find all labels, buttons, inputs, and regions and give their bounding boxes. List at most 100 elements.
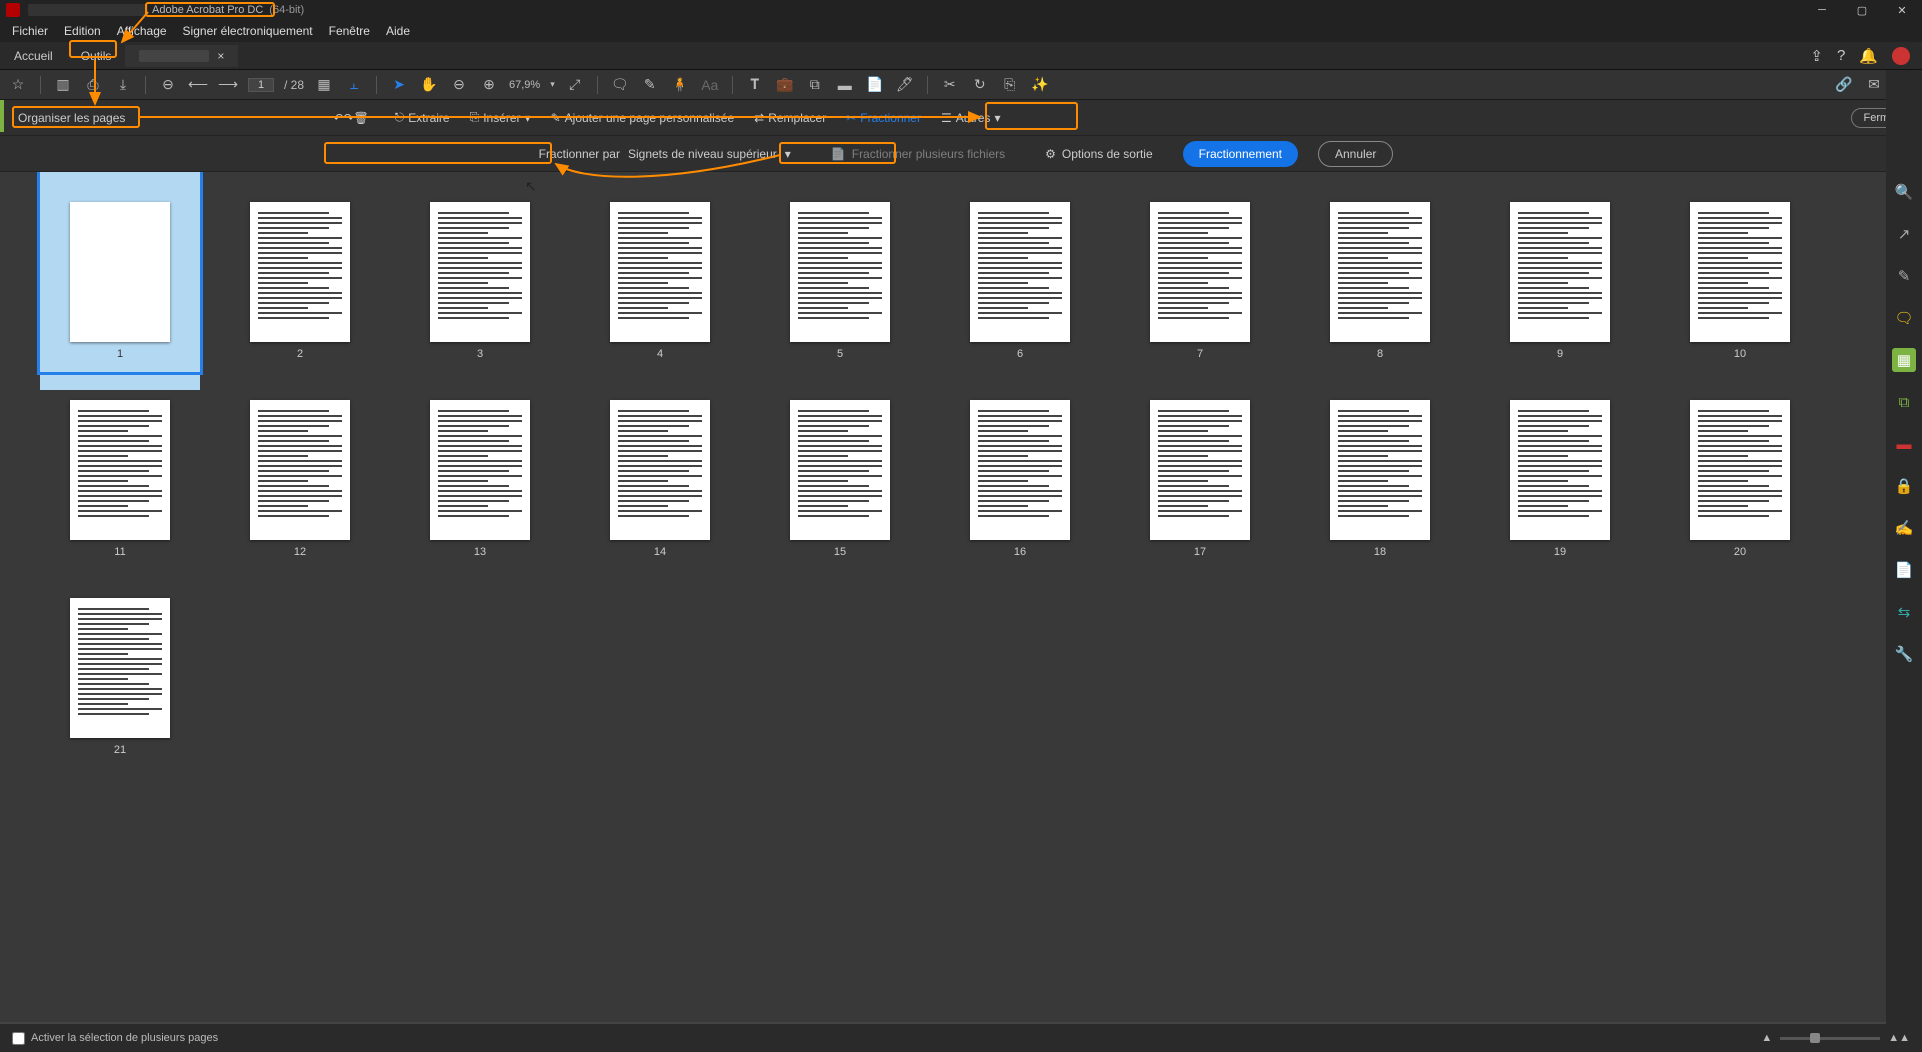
- split-by-dropdown[interactable]: Fractionner par Signets de niveau supéri…: [529, 143, 801, 165]
- star-icon[interactable]: ☆: [8, 75, 28, 95]
- rotate-icon[interactable]: ↻: [970, 75, 990, 95]
- page-thumbnail[interactable]: 4: [610, 202, 710, 360]
- replace-button[interactable]: ⇄ Remplacer: [744, 107, 836, 129]
- organize-pages-label: Organiser les pages: [10, 108, 133, 128]
- hand-tool-icon[interactable]: ✋: [419, 75, 439, 95]
- rail-redact-icon[interactable]: ▬: [1892, 432, 1916, 456]
- split-multiple-button[interactable]: 📄 Fractionner plusieurs fichiers: [821, 143, 1015, 165]
- page-icon[interactable]: 📄: [865, 75, 885, 95]
- cancel-button[interactable]: Annuler: [1318, 141, 1393, 167]
- delete-icon[interactable]: 🗑: [354, 111, 369, 125]
- page-thumbnail[interactable]: 13: [430, 400, 530, 558]
- stamp-icon[interactable]: 🧍: [670, 75, 690, 95]
- sidepanel-icon[interactable]: ▥: [53, 75, 73, 95]
- tab-tools[interactable]: Outils: [67, 45, 126, 67]
- page-thumbnail[interactable]: 6: [970, 202, 1070, 360]
- thumbnail-zoom-slider[interactable]: ▲ ▲▲: [1761, 1032, 1910, 1044]
- page-thumbnail[interactable]: 16: [970, 400, 1070, 558]
- menu-fichier[interactable]: Fichier: [4, 22, 56, 40]
- comment-icon[interactable]: 🗨: [610, 75, 630, 95]
- page-thumbnail[interactable]: 8: [1330, 202, 1430, 360]
- split-action-button[interactable]: Fractionnement: [1183, 141, 1298, 167]
- page-thumbnail[interactable]: 12: [250, 400, 350, 558]
- crop-icon[interactable]: ⧉: [805, 75, 825, 95]
- tab-close-icon[interactable]: ×: [217, 49, 224, 63]
- save-icon[interactable]: ⤓: [113, 75, 133, 95]
- page-input[interactable]: [248, 78, 274, 92]
- insert-button[interactable]: ⎘ Insérer ▾: [460, 106, 541, 129]
- menu-aide[interactable]: Aide: [378, 22, 418, 40]
- menu-edition[interactable]: Edition: [56, 22, 109, 40]
- page-thumbnail[interactable]: 17: [1150, 400, 1250, 558]
- zoom-minus-icon[interactable]: ⊖: [449, 75, 469, 95]
- tab-document[interactable]: ×: [125, 45, 238, 67]
- page-thumbnail[interactable]: 18: [1330, 400, 1430, 558]
- page-thumbnail[interactable]: 14: [610, 400, 710, 558]
- page-thumbnail[interactable]: 15: [790, 400, 890, 558]
- select-icon[interactable]: ⫠: [344, 75, 364, 95]
- multi-select-checkbox[interactable]: [12, 1032, 25, 1045]
- briefcase-icon[interactable]: 💼: [775, 75, 795, 95]
- menu-fenetre[interactable]: Fenêtre: [321, 22, 378, 40]
- highlight-icon[interactable]: ✎: [640, 75, 660, 95]
- rail-protect-icon[interactable]: 🔒: [1892, 474, 1916, 498]
- menu-affichage[interactable]: Affichage: [109, 22, 175, 40]
- window-close-button[interactable]: ✕: [1882, 0, 1922, 20]
- scissors-icon[interactable]: ✂: [940, 75, 960, 95]
- rail-sign-icon[interactable]: ✍: [1892, 516, 1916, 540]
- rail-comment-icon[interactable]: 🗨: [1892, 306, 1916, 330]
- thumbnails-icon[interactable]: ▦: [314, 75, 334, 95]
- page-thumbnail[interactable]: 5: [790, 202, 890, 360]
- add-custom-page-button[interactable]: ✎ Ajouter une page personnalisée: [541, 107, 745, 129]
- thumbnail-scroll-area[interactable]: 123456789101112131415161718192021: [0, 172, 1886, 1022]
- print-icon[interactable]: ⎙: [83, 75, 103, 95]
- account-avatar[interactable]: [1892, 47, 1910, 65]
- rail-compare-icon[interactable]: ⇆: [1892, 600, 1916, 624]
- page-thumbnail[interactable]: 20: [1690, 400, 1790, 558]
- rail-export-icon[interactable]: ↗: [1892, 222, 1916, 246]
- page-thumbnail[interactable]: 2: [250, 202, 350, 360]
- mail-icon[interactable]: ✉: [1864, 75, 1884, 95]
- clean-icon[interactable]: ✨: [1030, 75, 1050, 95]
- window-minimize-button[interactable]: ─: [1802, 0, 1842, 20]
- link-icon[interactable]: 🔗: [1834, 75, 1854, 95]
- page-thumbnail[interactable]: 9: [1510, 202, 1610, 360]
- output-options-button[interactable]: ⚙ Options de sortie: [1035, 143, 1162, 165]
- text-icon[interactable]: Aa: [700, 75, 720, 95]
- next-page-icon[interactable]: ⟶: [218, 75, 238, 95]
- rail-combine-icon[interactable]: ⧉: [1892, 390, 1916, 414]
- zoom-plus-icon[interactable]: ⊕: [479, 75, 499, 95]
- rail-more-icon[interactable]: 🔧: [1892, 642, 1916, 666]
- more-button[interactable]: ☰ Autres ▾: [931, 107, 1010, 129]
- rail-optimize-icon[interactable]: 📄: [1892, 558, 1916, 582]
- page-thumbnail[interactable]: 19: [1510, 400, 1610, 558]
- prev-page-icon[interactable]: ⟵: [188, 75, 208, 95]
- page-thumbnail[interactable]: 1: [40, 172, 200, 390]
- zoom-out-icon[interactable]: ⊖: [158, 75, 178, 95]
- rail-search-icon[interactable]: 🔍: [1892, 180, 1916, 204]
- page-thumbnail[interactable]: 10: [1690, 202, 1790, 360]
- rotate-right-icon[interactable]: ↷: [343, 111, 353, 125]
- rail-organize-icon[interactable]: ▦: [1892, 348, 1916, 372]
- arrow-tool-icon[interactable]: ➤: [389, 75, 409, 95]
- redact-icon[interactable]: ▬: [835, 75, 855, 95]
- split-button[interactable]: ✂ Fractionner: [836, 107, 931, 129]
- page-thumbnail[interactable]: 3: [430, 202, 530, 360]
- share-icon[interactable]: ⇪: [1810, 47, 1823, 65]
- window-maximize-button[interactable]: ▢: [1842, 0, 1882, 20]
- page-thumbnail[interactable]: 7: [1150, 202, 1250, 360]
- rotate-left-icon[interactable]: ↶: [333, 111, 343, 125]
- extract-icon[interactable]: ⎘: [1000, 75, 1020, 95]
- bell-icon[interactable]: 🔔: [1859, 47, 1878, 65]
- more-tool-icon[interactable]: 🖊: [895, 75, 915, 95]
- extract-button[interactable]: ⎋ Extraire: [385, 106, 460, 129]
- tab-home[interactable]: Accueil: [0, 45, 67, 67]
- menu-signer[interactable]: Signer électroniquement: [175, 22, 321, 40]
- page-thumbnail[interactable]: 21: [70, 598, 170, 756]
- fit-icon[interactable]: ⤢: [565, 75, 585, 95]
- rail-edit-icon[interactable]: ✎: [1892, 264, 1916, 288]
- zoom-level[interactable]: 67,9%: [509, 79, 540, 91]
- help-icon[interactable]: ?: [1837, 47, 1845, 64]
- page-thumbnail[interactable]: 11: [70, 400, 170, 558]
- edit-text-icon[interactable]: 𝐓: [745, 75, 765, 95]
